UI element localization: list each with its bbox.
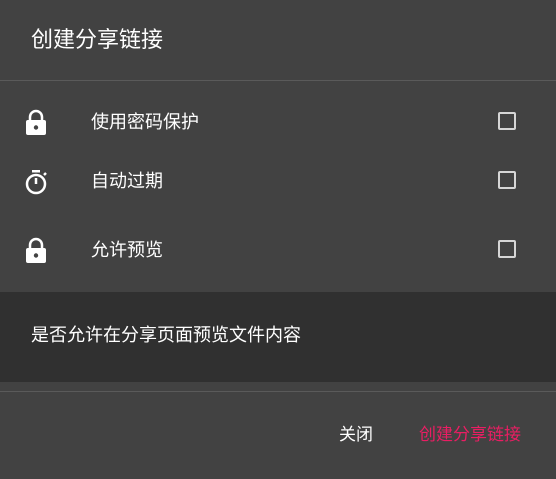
header-divider: [0, 80, 556, 81]
option-label-password: 使用密码保护: [91, 112, 199, 133]
option-auto-expire[interactable]: 自动过期: [0, 156, 556, 208]
stopwatch-icon: [24, 168, 48, 196]
option-description-text: 是否允许在分享页面预览文件内容: [31, 325, 301, 346]
auto-expire-checkbox[interactable]: [498, 171, 516, 189]
create-share-link-button[interactable]: 创建分享链接: [419, 423, 521, 447]
option-label-expire: 自动过期: [91, 171, 163, 192]
password-protect-checkbox[interactable]: [498, 112, 516, 130]
allow-preview-checkbox[interactable]: [498, 240, 516, 258]
dialog-title: 创建分享链接: [31, 28, 164, 53]
option-allow-preview[interactable]: 允许预览: [0, 225, 556, 277]
option-password-protect[interactable]: 使用密码保护: [0, 97, 556, 149]
lock-icon: [24, 237, 48, 265]
footer-divider: [0, 391, 556, 392]
lock-icon: [24, 109, 48, 137]
share-link-dialog: 创建分享链接 使用密码保护 自动过期 允许预览 是否允许在分享页面预览文件内容 …: [0, 0, 556, 479]
close-button[interactable]: 关闭: [339, 423, 373, 447]
option-description-panel: 是否允许在分享页面预览文件内容: [0, 292, 556, 382]
option-label-preview: 允许预览: [91, 240, 163, 261]
